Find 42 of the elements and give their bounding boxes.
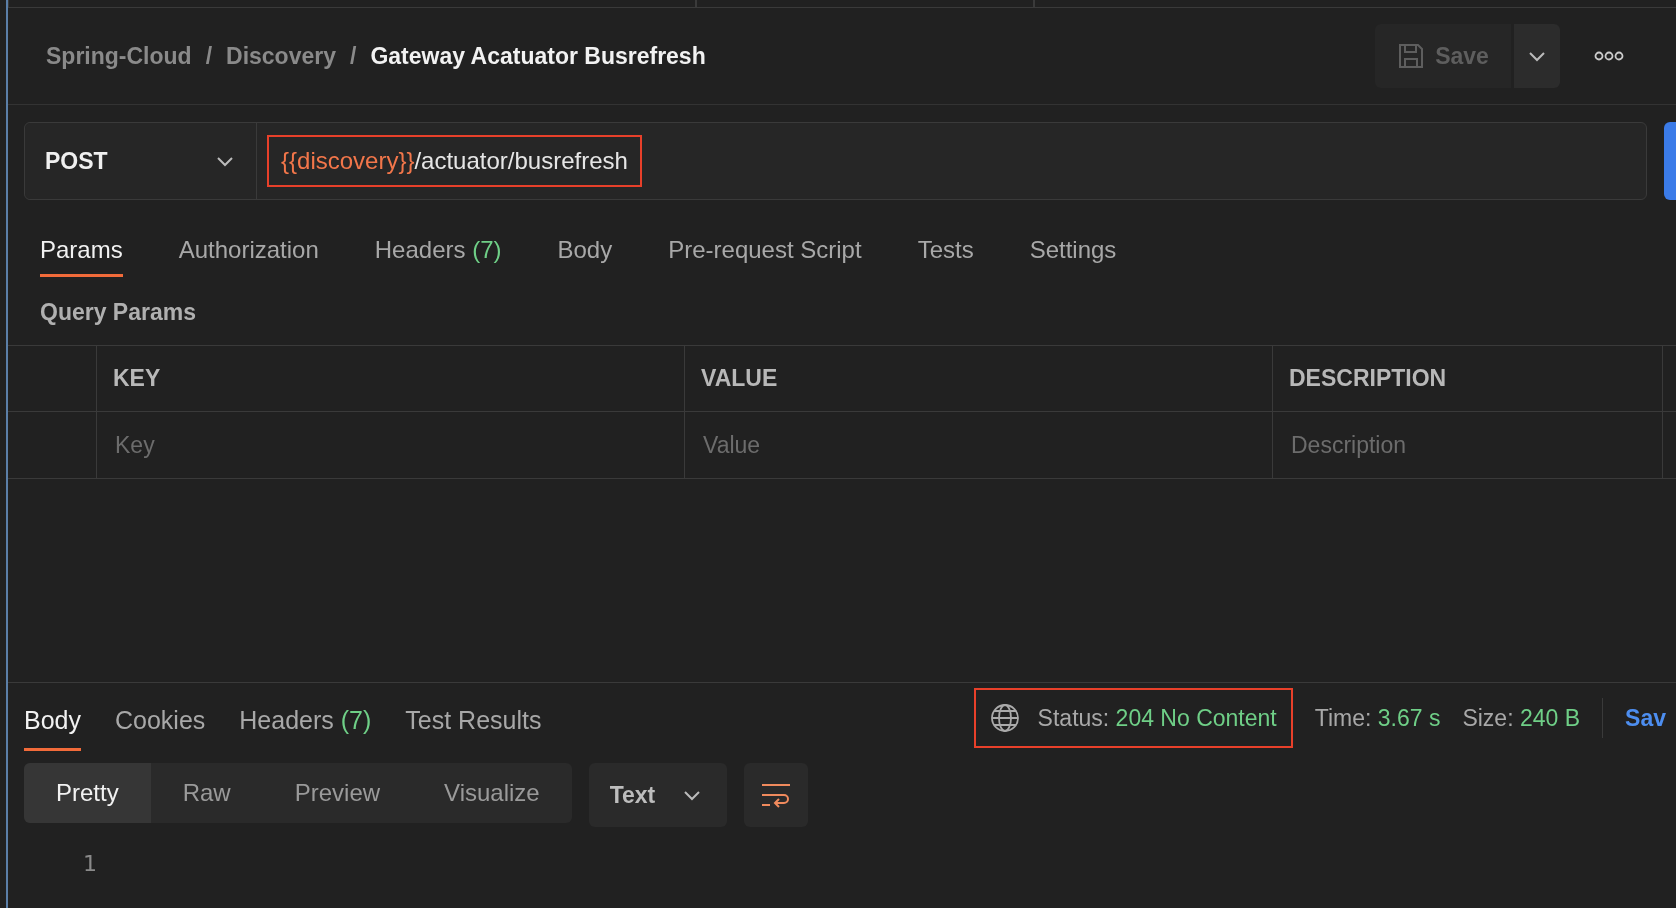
view-mode-tab[interactable]: Visualize [412, 763, 572, 823]
view-mode-tab[interactable]: Pretty [24, 763, 151, 823]
tab[interactable]: Test Results [405, 693, 542, 751]
tab-frame[interactable] [695, 0, 1035, 8]
column-header: KEY [97, 346, 685, 412]
url-field[interactable]: {{discovery}}/actuator/busrefresh [267, 135, 642, 187]
tab[interactable]: Pre-request Script [668, 225, 862, 277]
save-response-link[interactable]: Sav [1625, 700, 1666, 736]
tab-frame[interactable] [8, 0, 696, 8]
tab[interactable]: Body [557, 225, 613, 277]
tab[interactable]: Cookies [115, 693, 206, 751]
column-header: VALUE [685, 346, 1273, 412]
tab[interactable]: Tests [917, 225, 974, 277]
request-title: Gateway Acatuator Busrefresh [370, 41, 706, 71]
view-mode-tab[interactable]: Raw [150, 763, 263, 823]
wrap-lines-button[interactable] [744, 763, 809, 827]
tab[interactable]: Settings [1029, 225, 1117, 277]
tab[interactable]: Body [24, 693, 81, 751]
breadcrumb-separator: / [350, 41, 357, 71]
input-field[interactable]: Value [701, 426, 1272, 464]
time-text: Time: 3.67 s [1314, 703, 1441, 733]
tab[interactable]: Headers (7) [239, 693, 372, 751]
input-field[interactable]: Description [1289, 426, 1662, 464]
line-number: 1 [83, 850, 98, 878]
column-header: DESCRIPTION [1273, 346, 1663, 412]
breadcrumb-separator: / [205, 41, 213, 71]
breadcrumb-link[interactable]: Spring-Cloud [46, 38, 192, 74]
status-text: Status: 204 No Content [1037, 703, 1277, 733]
tab-frame[interactable] [1034, 0, 1676, 8]
format-dropdown[interactable]: Text [588, 763, 728, 827]
tab[interactable]: Authorization [178, 225, 319, 277]
tab[interactable]: Params [40, 225, 123, 277]
globe-icon[interactable] [989, 703, 1020, 733]
section-title: Query Params [39, 298, 197, 327]
size-text: Size: 240 B [1462, 703, 1581, 733]
more-icon [1594, 51, 1624, 61]
tab[interactable]: Headers (7) [374, 225, 502, 277]
wrap-lines-icon [760, 781, 793, 809]
input-field[interactable]: Key [113, 426, 684, 464]
view-mode-tab[interactable]: Preview [262, 763, 413, 823]
save-options-button[interactable] [1514, 24, 1560, 88]
breadcrumb-link[interactable]: Discovery [226, 38, 336, 74]
